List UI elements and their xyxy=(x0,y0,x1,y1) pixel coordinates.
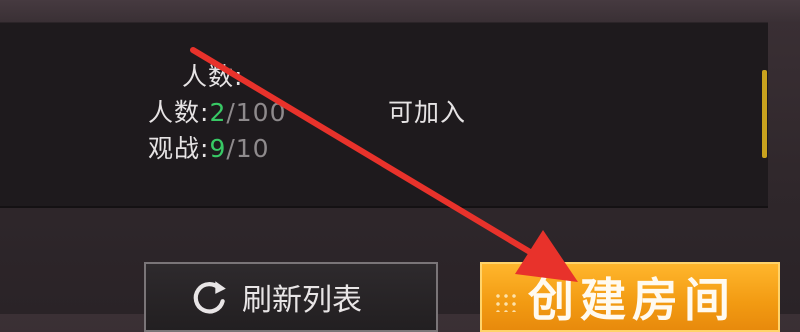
red-arrow-icon xyxy=(190,47,578,282)
